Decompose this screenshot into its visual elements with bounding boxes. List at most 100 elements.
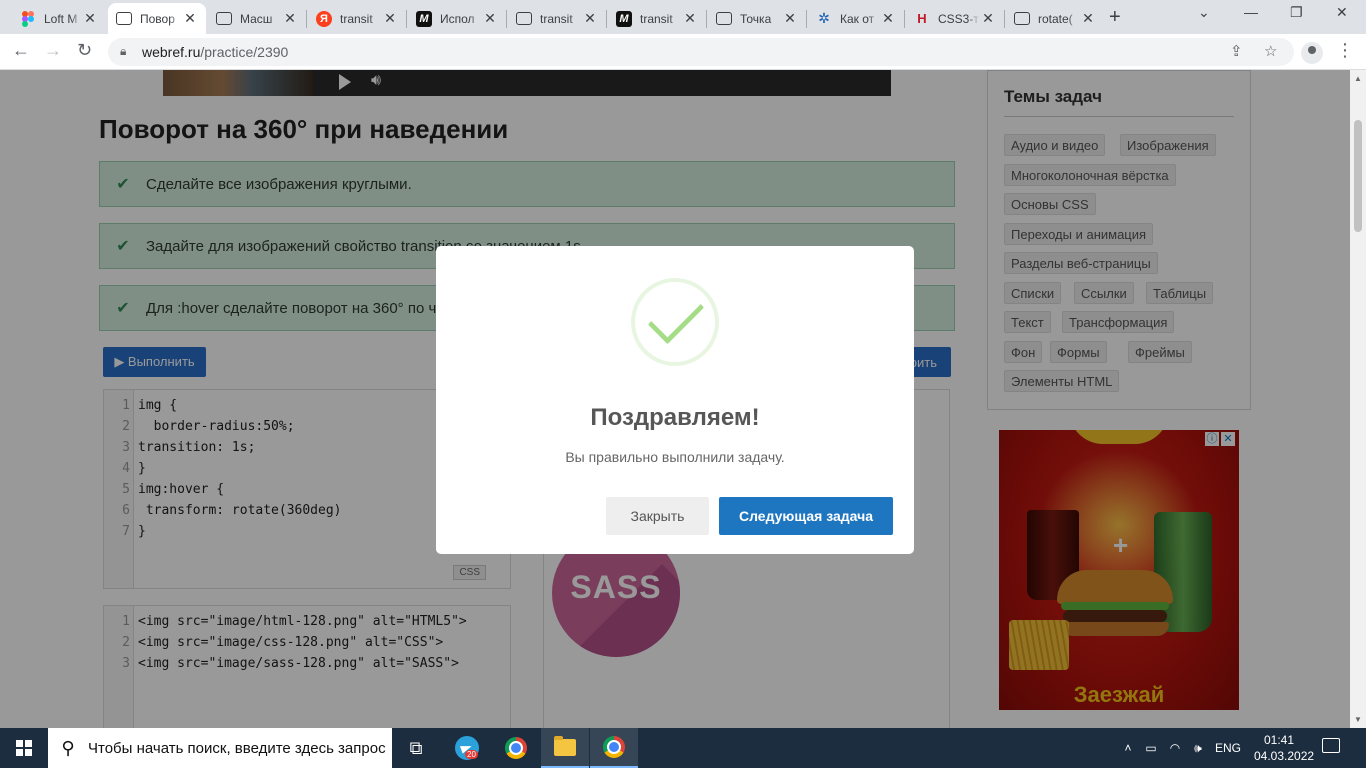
notifications-icon[interactable] bbox=[1322, 738, 1340, 753]
tab-close-icon[interactable]: ✕ bbox=[682, 10, 698, 27]
forward-icon[interactable]: → bbox=[44, 40, 62, 61]
htmlbook-icon: H bbox=[917, 11, 927, 26]
url-text: webref.ru/practice/2390 bbox=[142, 44, 288, 60]
chrome-icon bbox=[603, 736, 625, 758]
clock-time: 01:41 bbox=[1263, 733, 1295, 747]
new-tab-button[interactable]: + bbox=[1109, 6, 1121, 29]
browser-tab[interactable]: rotate( ✕ bbox=[1006, 3, 1104, 34]
taskbar-search[interactable]: ⚲ Чтобы начать поиск, введите здесь запр… bbox=[48, 728, 392, 768]
browser-tab[interactable]: Я transit ✕ bbox=[308, 3, 406, 34]
lock-icon[interactable]: 🔒︎ bbox=[120, 44, 126, 59]
tab-close-icon[interactable]: ✕ bbox=[782, 10, 798, 27]
tab-close-icon[interactable]: ✕ bbox=[482, 10, 498, 27]
browser-tab[interactable]: transit ✕ bbox=[508, 3, 606, 34]
browser-tab[interactable]: Масш ✕ bbox=[208, 3, 306, 34]
reload-icon[interactable]: ↻ bbox=[77, 40, 92, 61]
tab-search-icon[interactable]: ⌄ bbox=[1198, 4, 1210, 21]
tab-close-icon[interactable]: ✕ bbox=[880, 10, 896, 27]
task-view-icon[interactable]: ⧉ bbox=[392, 728, 440, 768]
url-path: /practice/2390 bbox=[200, 44, 289, 60]
tab-title: transit bbox=[640, 11, 673, 26]
dialog-title: Поздравляем! bbox=[590, 404, 760, 431]
browser-tab[interactable]: Loft M ✕ bbox=[12, 3, 106, 34]
close-button[interactable]: Закрыть bbox=[606, 497, 709, 535]
explorer-app[interactable] bbox=[541, 728, 589, 768]
tab-title: Повор bbox=[140, 11, 175, 26]
browser-tab-active[interactable]: Повор ✕ bbox=[108, 3, 206, 34]
tab-title: Как от bbox=[840, 11, 875, 26]
tab-close-icon[interactable]: ✕ bbox=[82, 10, 98, 27]
address-bar[interactable]: 🔒︎ webref.ru/practice/2390 ⇪ ☆ bbox=[108, 38, 1294, 66]
search-icon: ⚲ bbox=[61, 737, 75, 758]
tab-separator bbox=[806, 10, 807, 28]
tab-separator bbox=[606, 10, 607, 28]
tab-separator bbox=[706, 10, 707, 28]
url-host: webref.ru bbox=[142, 44, 201, 60]
browser-tab[interactable]: ✲ Как от ✕ bbox=[808, 3, 904, 34]
tab-separator bbox=[406, 10, 407, 28]
tab-title: Испол bbox=[440, 11, 475, 26]
chrome-app[interactable] bbox=[492, 728, 540, 768]
mdn-icon: M bbox=[416, 10, 432, 27]
tab-close-icon[interactable]: ✕ bbox=[382, 10, 398, 27]
tab-strip: Loft M ✕ Повор ✕ Масш ✕ Я transit ✕ M Ис… bbox=[0, 0, 1366, 34]
minimize-icon[interactable]: — bbox=[1244, 4, 1258, 20]
windows-logo-icon bbox=[16, 740, 32, 756]
tab-separator bbox=[506, 10, 507, 28]
tab-separator bbox=[904, 10, 905, 28]
message-icon bbox=[716, 12, 732, 25]
figma-icon bbox=[20, 10, 36, 27]
telegram-icon: 20 bbox=[455, 736, 479, 760]
scroll-down-icon[interactable]: ▼ bbox=[1354, 715, 1362, 724]
system-tray: ˄ ▭ ◠ 🕪︎ ENG bbox=[1118, 728, 1246, 768]
tab-close-icon[interactable]: ✕ bbox=[282, 10, 298, 27]
tab-close-icon[interactable]: ✕ bbox=[582, 10, 598, 27]
clock[interactable]: 01:41 04.03.2022 bbox=[1254, 732, 1315, 764]
start-button[interactable] bbox=[0, 728, 48, 768]
dialog-message: Вы правильно выполнили задачу. bbox=[565, 449, 785, 465]
search-placeholder: Чтобы начать поиск, введите здесь запрос bbox=[88, 739, 386, 757]
telegram-app[interactable]: 20 bbox=[443, 728, 491, 768]
mdn-icon: M bbox=[616, 10, 632, 27]
folder-icon bbox=[554, 735, 576, 756]
tab-title: CSS3-т bbox=[938, 11, 979, 26]
chrome-icon bbox=[505, 737, 527, 759]
toolbar: ← → ↻ 🔒︎ webref.ru/practice/2390 ⇪ ☆ bbox=[0, 34, 1366, 70]
back-icon[interactable]: ← bbox=[12, 40, 30, 61]
tab-separator bbox=[1004, 10, 1005, 28]
wifi-icon[interactable]: ◠ bbox=[1164, 741, 1186, 755]
bookmark-star-icon[interactable]: ☆ bbox=[1264, 42, 1277, 60]
browser-tab[interactable]: Точка ✕ bbox=[708, 3, 806, 34]
yandex-icon: Я bbox=[316, 10, 332, 27]
tab-title: transit bbox=[340, 11, 373, 26]
battery-icon[interactable]: ▭ bbox=[1138, 741, 1164, 755]
browser-menu-icon[interactable]: ⋮ bbox=[1336, 40, 1354, 61]
tab-close-icon[interactable]: ✕ bbox=[1080, 10, 1096, 27]
chrome-app-active[interactable] bbox=[590, 728, 638, 768]
language-indicator[interactable]: ENG bbox=[1210, 741, 1246, 755]
message-icon bbox=[516, 12, 532, 25]
close-window-icon[interactable]: ✕ bbox=[1336, 4, 1348, 21]
tab-title: Loft M bbox=[44, 11, 78, 26]
tab-close-icon[interactable]: ✕ bbox=[980, 10, 996, 27]
taskbar: ⚲ Чтобы начать поиск, введите здесь запр… bbox=[0, 728, 1366, 768]
page-scrollbar[interactable]: ▲ ▼ bbox=[1350, 70, 1366, 728]
network-icon: ✲ bbox=[818, 10, 830, 26]
tab-close-icon[interactable]: ✕ bbox=[182, 10, 198, 27]
tray-expand-icon[interactable]: ˄ bbox=[1118, 741, 1138, 755]
message-icon bbox=[216, 12, 232, 25]
browser-tab[interactable]: M transit ✕ bbox=[608, 3, 706, 34]
browser-tab[interactable]: M Испол ✕ bbox=[408, 3, 506, 34]
scrollbar-thumb[interactable] bbox=[1354, 120, 1362, 232]
tab-separator bbox=[306, 10, 307, 28]
volume-icon[interactable]: 🕪︎ bbox=[1186, 741, 1210, 756]
browser-tab[interactable]: H CSS3-т ✕ bbox=[906, 3, 1004, 34]
share-icon[interactable]: ⇪ bbox=[1230, 42, 1243, 60]
profile-avatar-icon[interactable] bbox=[1301, 42, 1323, 64]
next-task-button[interactable]: Следующая задача bbox=[719, 497, 893, 535]
restore-icon[interactable]: ❐ bbox=[1290, 4, 1303, 21]
scroll-up-icon[interactable]: ▲ bbox=[1354, 74, 1362, 83]
clock-date: 04.03.2022 bbox=[1254, 749, 1315, 763]
success-dialog: Поздравляем! Вы правильно выполнили зада… bbox=[436, 246, 914, 554]
tab-title: transit bbox=[540, 11, 573, 26]
